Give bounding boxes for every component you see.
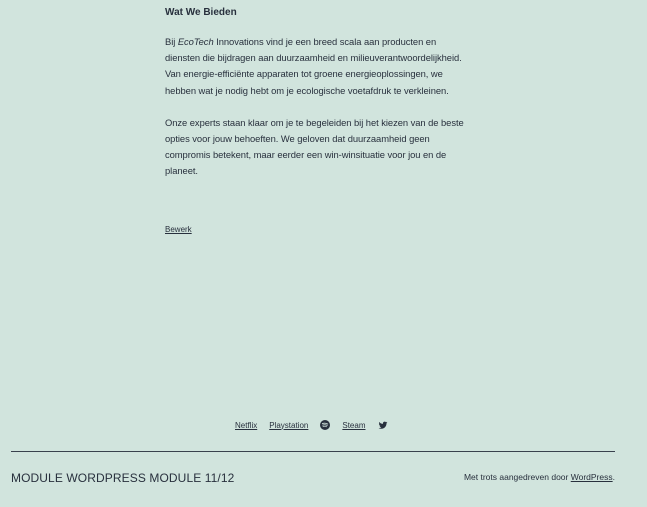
edit-link[interactable]: Bewerk [165,224,192,235]
twitter-icon[interactable] [378,420,388,430]
entry-content: Wat We Bieden Bij EcoTech Innovations vi… [165,6,465,196]
spotify-icon[interactable] [320,420,331,430]
site-title[interactable]: MODULE WORDPRESS MODULE 11/12 [11,470,234,486]
paragraph-offer: Bij EcoTech Innovations vind je een bree… [165,34,465,99]
social-link-netflix[interactable]: Netflix [235,421,257,430]
powered-by: Met trots aangedreven door WordPress. [464,471,615,483]
footer-divider [11,451,615,452]
social-link-playstation[interactable]: Playstation [269,421,308,430]
powered-by-suffix: . [612,472,615,482]
paragraph-prefix: Bij [165,36,178,47]
paragraph-experts: Onze experts staan klaar om je te begele… [165,116,464,177]
brand-name: EcoTech [177,36,214,47]
section-heading: Wat We Bieden [165,7,237,18]
wordpress-link[interactable]: WordPress [571,472,613,482]
social-links-menu: Netflix Playstation Steam [235,419,388,431]
social-link-steam[interactable]: Steam [342,421,365,430]
powered-by-text: Met trots aangedreven door [463,472,571,482]
